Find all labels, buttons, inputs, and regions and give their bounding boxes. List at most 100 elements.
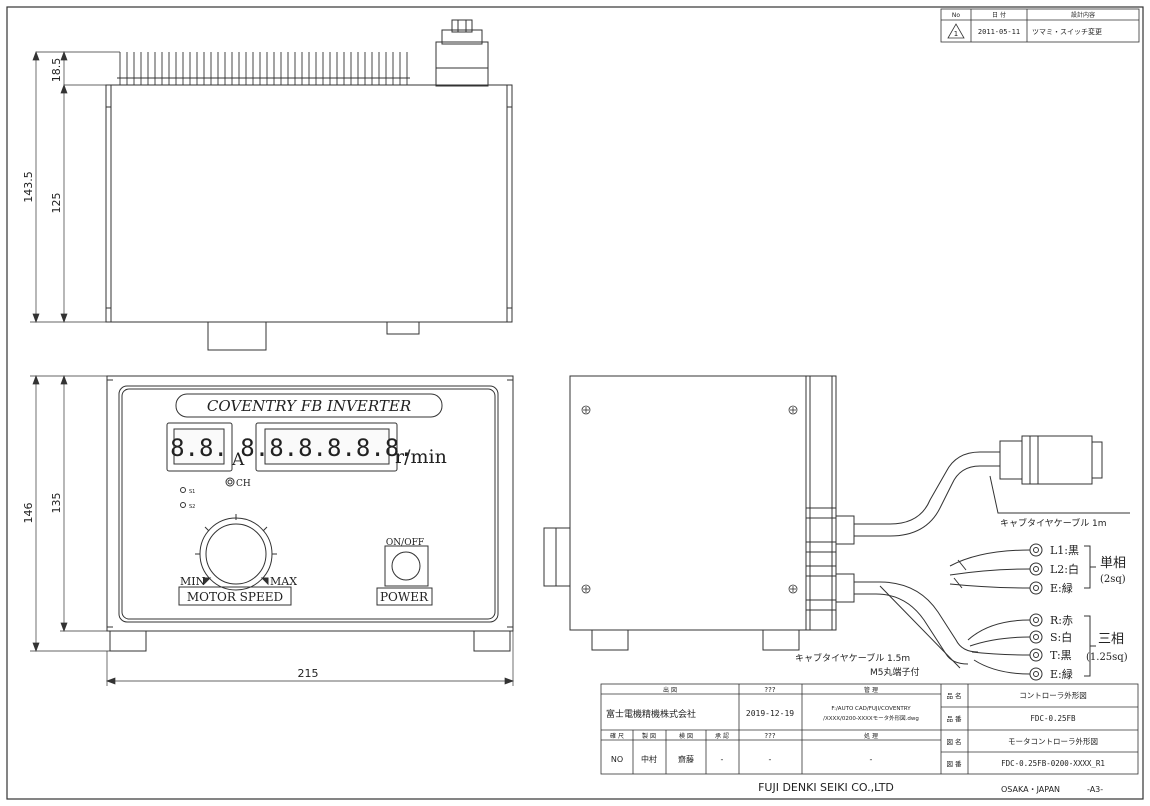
tb-field-1-value: コントローラ外形図 [1019,690,1087,700]
top-view-knob [207,321,267,351]
single-phase-brace [1084,545,1096,589]
single-phase-wire-2-label: L2:白 [1050,562,1079,576]
dim-heatsink-height: 18.5 [50,58,63,83]
revision-mark: 1 [954,30,958,38]
side-gland-upper [805,507,855,553]
tb-role-drafter: 製 図 [642,732,656,740]
tb-sheet-size: -A3- [1087,785,1103,794]
top-view-switch [386,321,420,335]
tb-drawn-header: 出 図 [663,686,677,694]
tb-field-4-value: FDC-0.25FB-0200-XXXX_R1 [1001,759,1105,768]
revision-content: ツマミ・スイッチ変更 [1032,27,1102,36]
heatsink-fins [117,52,410,85]
max-label: MAX [270,575,297,588]
ch-label: CH [236,479,251,489]
single-phase-wire-3-label: E:緑 [1050,581,1073,595]
side-knob [543,527,571,587]
tb-drafter: 中村 [641,754,657,764]
three-phase-wire-2 [969,636,1031,647]
front-view [106,375,514,652]
three-phase-brace [1084,615,1096,677]
led-s2 [180,502,186,508]
three-phase-wire-3-label: T:黒 [1050,649,1072,662]
tb-unknown-header-1: ??? [764,686,775,694]
cable-1-note: キャブタイヤケーブル 1m [1000,517,1107,529]
cable-2 [854,581,979,653]
dim-width: 215 [298,667,319,680]
cable-1-leader [989,475,1130,514]
tb-dash-2: - [870,755,873,764]
tb-management-header: 管 理 [864,686,878,694]
three-phase-wire-2-label: S:白 [1050,630,1072,644]
rpm-unit: r/min [395,446,447,468]
side-screws [581,405,798,594]
front-panel-outline [118,385,499,623]
revision-content-header: 設計内容 [1071,11,1095,19]
tb-unknown-header-2: ??? [764,732,775,740]
revision-date: 2011-05-11 [978,28,1020,36]
tb-field-2-value: FDC-0.25FB [1030,714,1076,723]
tb-dash-1: - [769,755,772,764]
single-phase-title: 単相 [1100,555,1126,571]
tb-role-approver: 承 認 [715,732,729,740]
led-s1 [180,487,186,493]
drawing-border [6,6,1144,800]
single-phase-wire-1 [949,549,1031,567]
tb-field-2-label: 品 番 [946,715,962,723]
side-foot-left [591,629,629,651]
min-label: MIN [180,575,206,588]
on-off-label: ON/OFF [386,538,424,548]
tb-company: 富士電機精機株式会社 [606,708,696,720]
tb-approver: - [721,755,724,764]
dim-body-height-front: 135 [50,493,63,514]
tb-role-scale: 確 尺 [610,732,624,740]
panel-title: COVENTRY FB INVERTER [207,397,411,415]
side-foot-right [762,629,800,651]
amp-display-digits: 8.8. [170,434,228,462]
tb-field-3-label: 図 名 [946,737,961,746]
single-phase-wire-1-label: L1:黒 [1050,544,1079,557]
three-phase-wire-1-label: R:赤 [1050,614,1073,627]
cable-1 [854,451,1000,525]
front-foot-right [473,630,511,652]
tb-field-1-label: 品 名 [946,691,961,700]
three-phase-wire-4-label: E:緑 [1050,667,1073,681]
cable-2-note: キャブタイヤケーブル 1.5m [795,652,910,664]
three-phase-spec: (1.25sq) [1086,652,1128,663]
top-cable-gland [435,19,489,87]
tb-processing-header: 処 理 [864,732,878,740]
single-phase-wire-2 [949,568,1031,576]
tb-date: 2019-12-19 [746,709,794,718]
single-phase-spec: (2sq) [1100,574,1126,585]
power-switch-button [391,551,421,581]
dim-total-height-top: 143.5 [22,171,35,203]
revision-date-header: 日 付 [992,11,1006,19]
three-phase-title: 三相 [1098,632,1124,647]
front-foot-left [109,630,147,652]
top-view [105,19,513,351]
dim-total-height-front: 146 [22,503,35,524]
connector-body [999,440,1023,480]
tb-file-path-2: /XXXX/0200-XXXXモータ外形図.dwg [823,714,919,722]
speed-knob-inner [205,523,267,585]
tb-location: OSAKA・JAPAN [1001,785,1060,794]
three-phase-wire-4 [973,659,1031,675]
led-s1-label: S1 [189,489,195,495]
side-gland-lower [805,565,855,611]
side-view-body [569,375,807,631]
rpm-display-digits: 8.8.8.8.8.8. [240,434,413,462]
tb-role-checker: 検 図 [679,732,693,740]
three-phase-wire-3 [971,651,1031,656]
terminal-note: M5丸端子付 [870,666,920,678]
power-label: POWER [380,590,429,604]
revision-table [940,8,1140,43]
tb-checker: 齋藤 [678,754,694,764]
motor-speed-label: MOTOR SPEED [187,590,283,604]
tb-field-4-label: 図 番 [946,760,962,768]
dim-body-height-top: 125 [50,193,63,214]
tb-company-en: FUJI DENKI SEIKI CO.,LTD [758,781,894,794]
speed-knob-outer [199,517,273,591]
led-s2-label: S2 [189,504,195,510]
tb-file-path-1: F:/AUTO CAD/FUJI/COVENTRY [831,706,911,712]
technical-drawing: No 日 付 設計内容 1 2011-05-11 ツマミ・スイッチ変更 18.5… [6,6,1144,800]
